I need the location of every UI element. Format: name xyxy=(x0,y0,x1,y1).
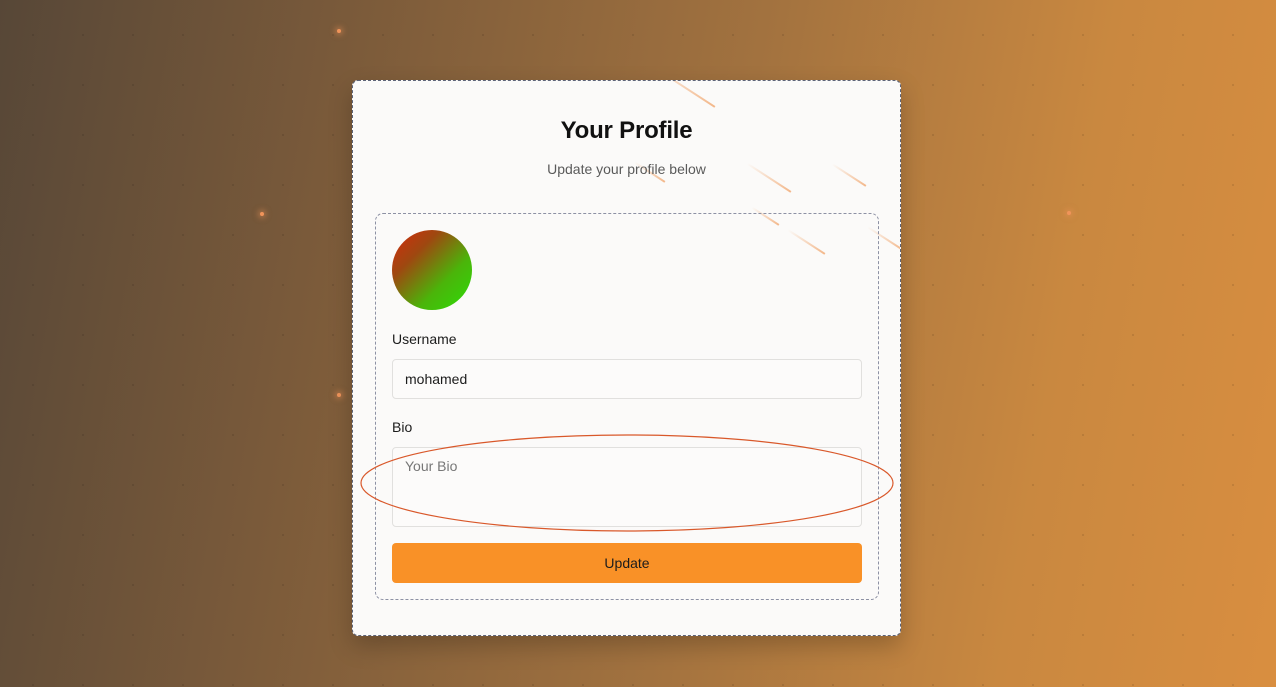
profile-form: Username Bio Update xyxy=(375,213,879,600)
profile-card: Your Profile Update your profile below U… xyxy=(352,80,901,636)
username-label: Username xyxy=(392,331,457,347)
background-spark xyxy=(1067,211,1071,215)
avatar[interactable] xyxy=(392,230,472,310)
page-subtitle: Update your profile below xyxy=(547,161,706,177)
bio-label: Bio xyxy=(392,419,413,435)
background-spark xyxy=(337,29,341,33)
page-title: Your Profile xyxy=(560,117,693,144)
background-spark xyxy=(337,393,341,397)
update-button[interactable]: Update xyxy=(392,543,862,583)
bio-textarea[interactable] xyxy=(392,447,862,527)
decorative-streak xyxy=(637,81,716,108)
background-spark xyxy=(260,212,264,216)
username-input[interactable] xyxy=(392,359,862,399)
